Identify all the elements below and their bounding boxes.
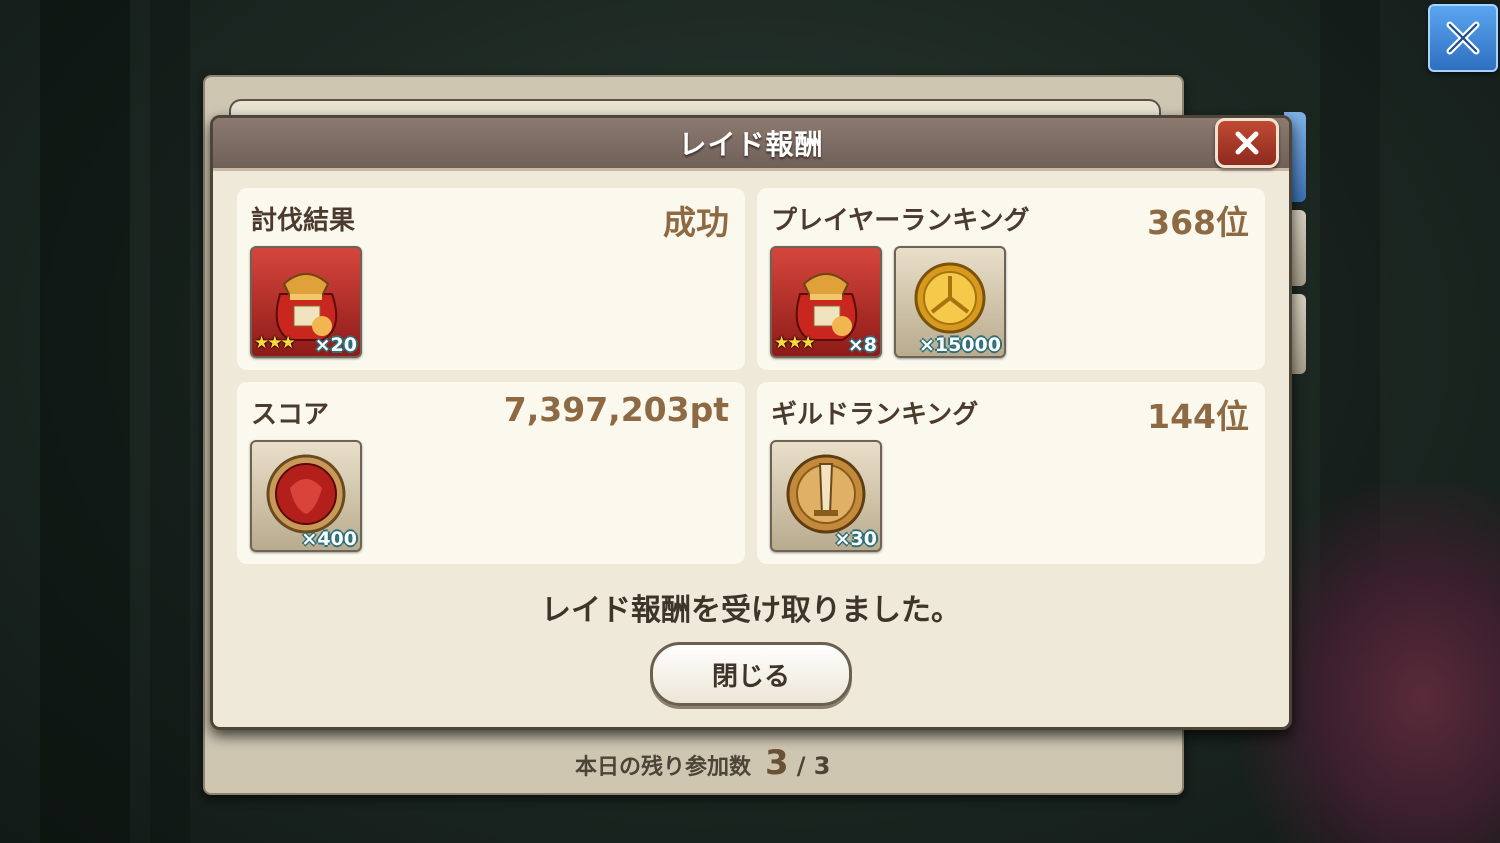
reward-item[interactable]: ★★★ ×8 <box>770 246 882 358</box>
reward-message: レイド報酬を受け取りました。 <box>541 593 961 628</box>
dialog-close-button[interactable] <box>1215 118 1279 168</box>
remaining-label: 本日の残り参加数 <box>575 755 752 780</box>
score-card: スコア 7,397,203pt ×400 <box>237 382 745 564</box>
item-quantity: ×30 <box>834 528 877 550</box>
item-quantity: ×8 <box>847 334 877 356</box>
close-button[interactable]: 閉じる <box>650 642 852 706</box>
item-quantity: ×20 <box>314 334 357 356</box>
close-icon <box>1446 21 1480 55</box>
reward-item[interactable]: ×30 <box>770 440 882 552</box>
result-card: 討伐結果 成功 ★★★ ×20 <box>237 188 745 370</box>
score-value: 7,397,203pt <box>503 390 729 429</box>
result-value: 成功 <box>663 203 729 242</box>
reward-item[interactable]: ×400 <box>250 440 362 552</box>
score-label: スコア <box>251 400 330 430</box>
guild-ranking-label: ギルドランキング <box>771 400 979 430</box>
result-label: 討伐結果 <box>251 206 356 236</box>
top-close-button[interactable] <box>1428 4 1498 72</box>
raid-reward-dialog: レイド報酬 討伐結果 成功 ★★★ ×20 プレイヤーランキング 368位 ★★… <box>210 115 1292 730</box>
rarity-stars: ★★★ <box>254 333 296 353</box>
gold-coin-icon <box>914 262 986 334</box>
player-ranking-value: 368位 <box>1147 203 1249 242</box>
dialog-title: レイド報酬 <box>678 128 824 161</box>
background-tree <box>40 0 130 843</box>
item-quantity: ×400 <box>301 528 357 550</box>
sword-medal-icon <box>786 454 866 534</box>
red-gem-medal-icon <box>266 454 346 534</box>
close-icon <box>1235 131 1259 155</box>
reward-item[interactable]: ★★★ ×20 <box>250 246 362 358</box>
player-ranking-card: プレイヤーランキング 368位 ★★★ ×8 ×15000 <box>757 188 1265 370</box>
remaining-participation: 本日の残り参加数 3 / 3 <box>575 743 831 783</box>
rarity-stars: ★★★ <box>774 333 816 353</box>
guild-ranking-card: ギルドランキング 144位 ×30 <box>757 382 1265 564</box>
item-quantity: ×15000 <box>918 334 1001 356</box>
player-ranking-label: プレイヤーランキング <box>771 206 1030 236</box>
reward-item[interactable]: ×15000 <box>894 246 1006 358</box>
dialog-header: レイド報酬 <box>213 118 1289 171</box>
remaining-total: / 3 <box>796 752 831 780</box>
remaining-current: 3 <box>765 743 789 783</box>
background-tree <box>150 0 190 843</box>
guild-ranking-value: 144位 <box>1147 397 1249 436</box>
